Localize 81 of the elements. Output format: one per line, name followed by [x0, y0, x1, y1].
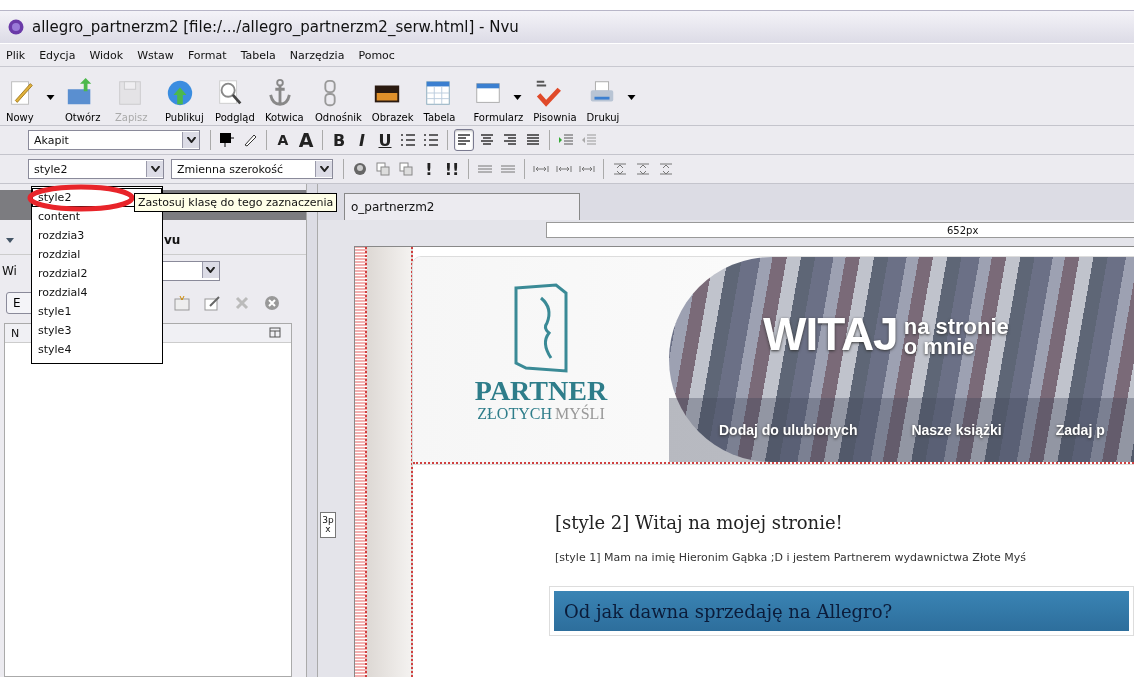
dropdown-option[interactable]: style3 [32, 321, 162, 340]
menu-item[interactable]: Pomoc [358, 48, 395, 62]
toolbar-button[interactable]: Pisownia [531, 76, 579, 125]
italic-button[interactable]: I [352, 129, 372, 151]
logo-subtitle: MYŚLI [554, 405, 605, 423]
logo-subtitle: ZŁOTYCH [477, 405, 552, 423]
layers-icon [398, 161, 414, 177]
collapse-icon[interactable] [6, 237, 14, 243]
chevron-down-icon[interactable] [319, 166, 329, 172]
section-heading: Od jak dawna sprzedaję na Allegro? [554, 591, 1129, 631]
class-select[interactable]: style2 [28, 159, 164, 179]
bullet-list-icon [423, 132, 439, 148]
publish-icon [165, 78, 195, 108]
nav-link[interactable]: Dodaj do ulubionych [719, 422, 858, 438]
align-left-icon [456, 132, 472, 148]
panel-title: vu [164, 233, 181, 247]
paragraph: [style 1] Mam na imię Hieronim Gąbka ;D i jestem Partnerem wydawnictwa Złote Myś [555, 551, 1028, 564]
menu-item[interactable]: Narzędzia [289, 48, 345, 62]
top-icon [612, 161, 628, 177]
chevron-down-icon[interactable] [150, 166, 160, 172]
dropdown-option[interactable]: style4 [32, 340, 162, 359]
caret-icon [626, 94, 636, 100]
toolbar-button[interactable]: !! [442, 158, 462, 180]
edit-icon[interactable] [204, 295, 220, 311]
menu-item[interactable]: Wstaw [137, 48, 174, 62]
align-center-icon [479, 132, 495, 148]
bold-button[interactable]: B [329, 129, 349, 151]
larger-button[interactable]: A [296, 129, 316, 151]
middle-icon [635, 161, 651, 177]
align-left-button[interactable] [454, 129, 474, 151]
toolbar-button[interactable]: Odnośnik [313, 76, 364, 125]
dropdown-option[interactable]: rozdzial2 [32, 264, 162, 283]
toolbar-button[interactable]: Nowy [4, 76, 57, 125]
nav-link[interactable]: Zadaj p [1055, 422, 1105, 438]
toolbar-button[interactable]: Formularz [471, 76, 526, 125]
logo-title: PARTNER [474, 377, 608, 405]
menu-item[interactable]: Plik [6, 48, 26, 62]
numbered-list-icon [400, 132, 416, 148]
caret-icon [513, 94, 523, 100]
window-title: allegro_partnerzm2 [file:/.../allegro_partnerzm2_serw.html] - Nvu [32, 18, 519, 36]
bottom-icon [658, 161, 674, 177]
layer-icon [375, 161, 391, 177]
height-ruler: 3px [320, 512, 336, 538]
column-header: N [11, 326, 20, 340]
close-icon[interactable] [264, 295, 280, 311]
color-icon [219, 132, 235, 148]
toolbar-button[interactable]: Obrazek [369, 76, 416, 125]
chevron-down-icon[interactable] [186, 137, 196, 143]
toolbar-button[interactable]: Kotwica [263, 76, 307, 125]
new-item-icon[interactable] [174, 295, 190, 311]
toolbar-button[interactable]: ! [419, 158, 439, 180]
menu-item[interactable]: Format [187, 48, 227, 62]
menu-item[interactable]: Edycja [39, 48, 76, 62]
toolbar-button[interactable]: Otwórz [63, 76, 107, 125]
field-label: Wi [2, 264, 17, 278]
underline-button[interactable]: U [375, 129, 395, 151]
outdent-icon [581, 132, 597, 148]
page-heading: [style 2] Witaj na mojej stronie! [555, 512, 844, 533]
chevron-down-icon[interactable] [206, 267, 216, 273]
toolbar-button[interactable]: Drukuj [584, 76, 638, 125]
dropdown-option[interactable]: rozdzia3 [32, 226, 162, 245]
tooltip: Zastosuj klasę do tego zaznaczenia [134, 193, 338, 212]
document-tab[interactable]: o_partnerzm2 [344, 193, 580, 220]
highlight-icon [242, 132, 258, 148]
caret-icon [46, 94, 55, 100]
menu-item[interactable]: Tabela [240, 48, 276, 62]
width-ruler: 652px [546, 222, 1134, 238]
app-logo-icon [8, 19, 24, 35]
toolbar-button[interactable]: Podgląd [213, 76, 257, 125]
width-select[interactable]: Zmienna szerokość [171, 159, 333, 179]
toolbar-button[interactable]: Tabela [421, 76, 466, 125]
dropdown-option[interactable]: rozdzial [32, 245, 162, 264]
toolbar-button[interactable]: Publikuj [163, 76, 207, 125]
column-picker-icon[interactable] [269, 327, 281, 339]
justify-icon [525, 132, 541, 148]
paragraph-format-select[interactable]: Akapit [28, 130, 200, 150]
indent-icon [558, 132, 574, 148]
smaller-button[interactable]: A [273, 129, 293, 151]
menu-item[interactable]: Widok [89, 48, 124, 62]
align-right-icon [502, 132, 518, 148]
nav-link[interactable]: Nasze książki [911, 422, 1002, 438]
